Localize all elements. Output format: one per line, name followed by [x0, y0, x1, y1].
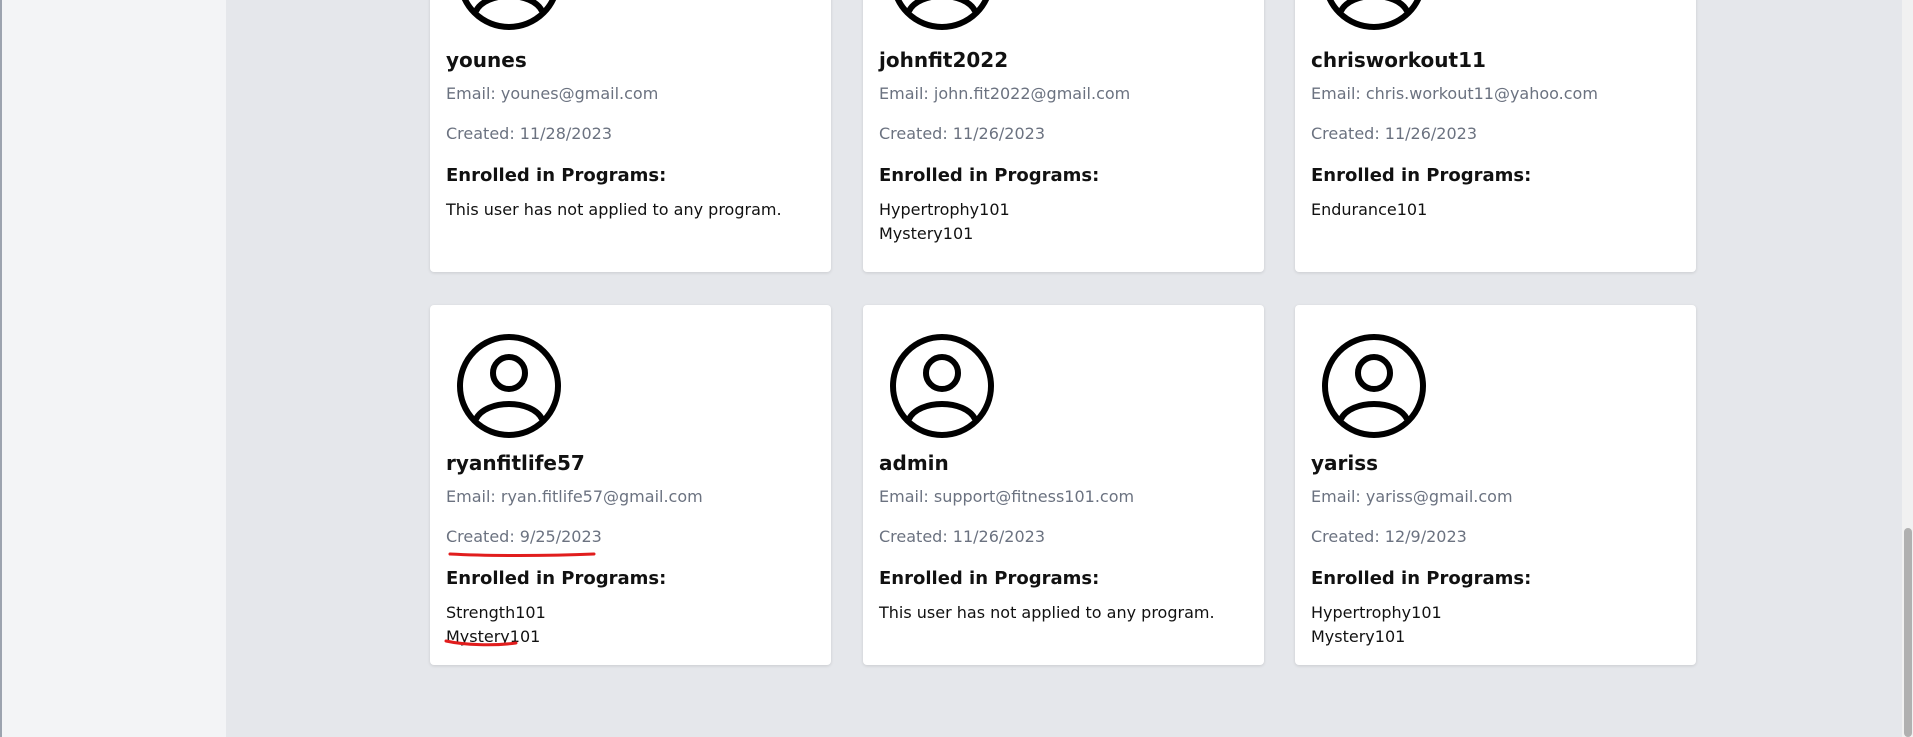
programs-list: Endurance101	[1311, 198, 1427, 222]
user-card: younes Email: younes@gmail.com Created: …	[430, 0, 831, 272]
program-item: Mystery101	[1311, 627, 1406, 646]
program-item: Mystery101	[446, 627, 541, 646]
program-item: Hypertrophy101	[1311, 603, 1442, 622]
username: chrisworkout11	[1311, 48, 1486, 72]
scrollbar-thumb[interactable]	[1904, 528, 1912, 737]
scrollbar[interactable]	[1902, 0, 1913, 737]
user-email: Email: younes@gmail.com	[446, 84, 659, 103]
username: admin	[879, 451, 949, 475]
user-card: ryanfitlife57 Email: ryan.fitlife57@gmai…	[430, 305, 831, 665]
programs-list: Hypertrophy101 Mystery101	[1311, 601, 1442, 649]
user-card: johnfit2022 Email: john.fit2022@gmail.co…	[863, 0, 1264, 272]
programs-list: Strength101 Mystery101	[446, 601, 546, 649]
user-avatar-icon	[461, 0, 557, 30]
no-programs-message: This user has not applied to any program…	[446, 200, 782, 219]
user-avatar-icon	[894, 0, 990, 30]
user-email: Email: john.fit2022@gmail.com	[879, 84, 1131, 103]
user-card: admin Email: support@fitness101.com Crea…	[863, 305, 1264, 665]
program-item: Mystery101	[879, 224, 974, 243]
user-created-date: Created: 11/26/2023	[879, 124, 1046, 143]
no-programs-message: This user has not applied to any program…	[879, 603, 1215, 622]
user-avatar-icon	[890, 334, 994, 438]
username: ryanfitlife57	[446, 451, 585, 475]
programs-heading: Enrolled in Programs:	[879, 568, 1100, 589]
user-card: yariss Email: yariss@gmail.com Created: …	[1295, 305, 1696, 665]
username: younes	[446, 48, 527, 72]
user-card: chrisworkout11 Email: chris.workout11@ya…	[1295, 0, 1696, 272]
user-created-date: Created: 11/28/2023	[446, 124, 613, 143]
user-email: Email: chris.workout11@yahoo.com	[1311, 84, 1598, 103]
user-created-date: Created: 11/26/2023	[879, 527, 1046, 546]
programs-heading: Enrolled in Programs:	[446, 165, 667, 186]
username: johnfit2022	[879, 48, 1009, 72]
programs-heading: Enrolled in Programs:	[1311, 568, 1532, 589]
user-avatar-icon	[1326, 0, 1422, 30]
programs-list: Hypertrophy101 Mystery101	[879, 198, 1010, 246]
programs-heading: Enrolled in Programs:	[879, 165, 1100, 186]
program-item: Endurance101	[1311, 200, 1428, 219]
username: yariss	[1311, 451, 1379, 475]
user-email: Email: yariss@gmail.com	[1311, 487, 1513, 506]
program-item: Hypertrophy101	[879, 200, 1010, 219]
user-created-date: Created: 9/25/2023	[446, 527, 602, 546]
sidebar	[0, 0, 226, 737]
user-created-date: Created: 12/9/2023	[1311, 527, 1467, 546]
user-email: Email: ryan.fitlife57@gmail.com	[446, 487, 703, 506]
programs-heading: Enrolled in Programs:	[446, 568, 667, 589]
program-item: Strength101	[446, 603, 546, 622]
user-avatar-icon	[457, 334, 561, 438]
programs-heading: Enrolled in Programs:	[1311, 165, 1532, 186]
user-created-date: Created: 11/26/2023	[1311, 124, 1478, 143]
user-avatar-icon	[1322, 334, 1426, 438]
user-email: Email: support@fitness101.com	[879, 487, 1135, 506]
